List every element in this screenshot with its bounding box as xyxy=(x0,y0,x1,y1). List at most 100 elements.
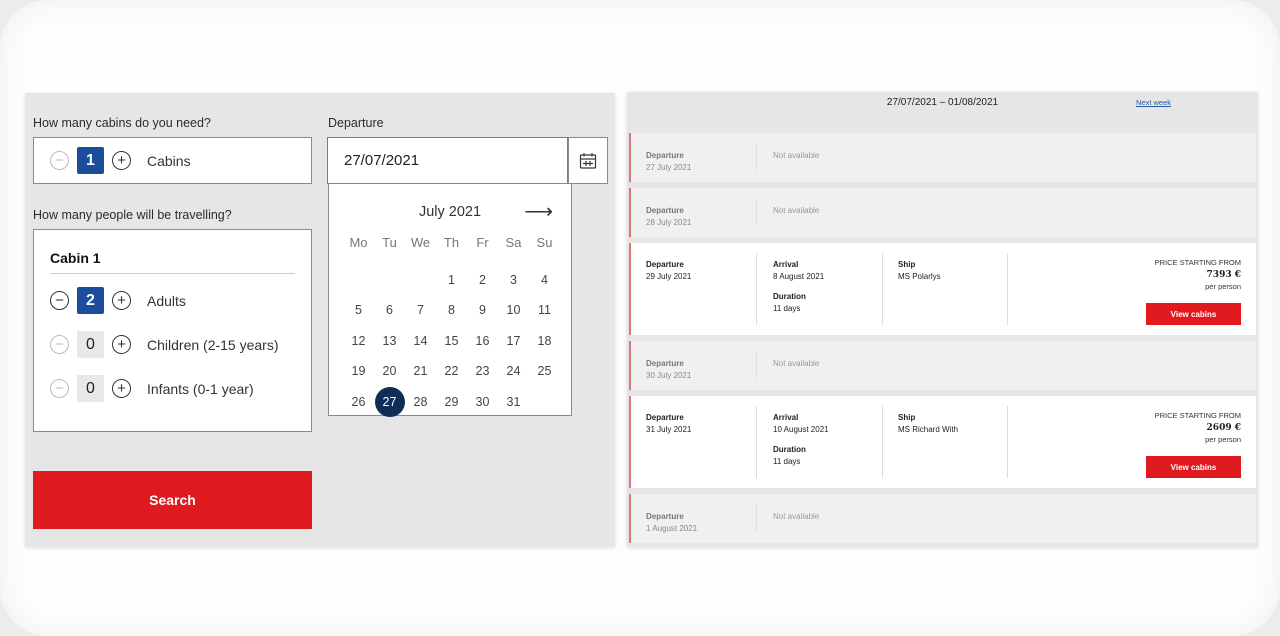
search-button[interactable]: Search xyxy=(33,471,312,529)
ship-heading: Ship xyxy=(898,413,916,422)
departure-heading: Departure xyxy=(646,206,684,215)
departure-heading: Departure xyxy=(646,359,684,368)
children-minus-button[interactable]: − xyxy=(50,335,69,354)
departure-date-input[interactable]: 27/07/2021 xyxy=(327,137,568,184)
cabin-1-box: Cabin 1 − 2 + Adults − 0 + Children (2-1… xyxy=(33,229,312,432)
calendar-day[interactable]: 14 xyxy=(405,326,436,357)
calendar-day[interactable]: 4 xyxy=(529,265,560,296)
cabins-value[interactable]: 1 xyxy=(77,147,104,174)
calendar-day[interactable]: 2 xyxy=(467,265,498,296)
next-month-arrow-icon[interactable]: ⟶ xyxy=(524,202,553,222)
infants-plus-button[interactable]: + xyxy=(112,379,131,398)
children-plus-button[interactable]: + xyxy=(112,335,131,354)
calendar-day[interactable]: 15 xyxy=(436,326,467,357)
calendar-day[interactable]: 31 xyxy=(498,387,529,418)
departure-row-unavailable: Departure 1 August 2021 Not available xyxy=(629,494,1256,543)
calendar-day-number: 4 xyxy=(541,272,548,287)
not-available-text: Not available xyxy=(773,359,820,368)
children-stepper: − 0 + Children (2-15 years) xyxy=(50,331,279,358)
calendar-day[interactable]: 10 xyxy=(498,295,529,326)
infants-stepper: − 0 + Infants (0-1 year) xyxy=(50,375,254,402)
ship-name: MS Polarlys xyxy=(898,272,941,281)
calendar-day[interactable]: 11 xyxy=(529,295,560,326)
duration-heading: Duration xyxy=(773,445,806,454)
infants-value[interactable]: 0 xyxy=(77,375,104,402)
calendar-empty-cell xyxy=(374,265,405,296)
divider xyxy=(1007,406,1008,478)
divider xyxy=(756,506,757,531)
adults-plus-button[interactable]: + xyxy=(112,291,131,310)
calendar-day[interactable]: 16 xyxy=(467,326,498,357)
adults-minus-button[interactable]: − xyxy=(50,291,69,310)
price-from-label: PRICE STARTING FROM xyxy=(1154,258,1241,267)
weekday-header: Mo xyxy=(349,235,368,250)
calendar-day[interactable]: 3 xyxy=(498,265,529,296)
results-panel: 27/07/2021 – 01/08/2021 Next week Depart… xyxy=(627,92,1258,547)
view-cabins-button[interactable]: View cabins xyxy=(1146,303,1241,325)
calendar-day[interactable]: 26 xyxy=(343,387,374,418)
cabins-label: Cabins xyxy=(147,152,191,169)
calendar-day[interactable]: 25 xyxy=(529,356,560,387)
calendar-day-number: 24 xyxy=(506,364,521,379)
calendar-day-number: 28 xyxy=(413,394,428,409)
calendar-day[interactable]: 24 xyxy=(498,356,529,387)
calendar-day-number: 19 xyxy=(351,364,366,379)
calendar-day[interactable]: 22 xyxy=(436,356,467,387)
cabins-plus-button[interactable]: + xyxy=(112,151,131,170)
infants-minus-button[interactable]: − xyxy=(50,379,69,398)
divider xyxy=(756,253,757,325)
departure-label: Departure xyxy=(328,116,384,130)
departure-date: 29 July 2021 xyxy=(646,272,692,281)
children-value[interactable]: 0 xyxy=(77,331,104,358)
calendar-day[interactable]: 17 xyxy=(498,326,529,357)
departure-date: 28 July 2021 xyxy=(646,218,692,227)
per-person-label: per person xyxy=(1205,282,1241,291)
calendar-day-selected[interactable]: 27 xyxy=(374,386,405,418)
next-week-link[interactable]: Next week xyxy=(1136,98,1171,107)
adults-value[interactable]: 2 xyxy=(77,287,104,314)
calendar-day-number: 1 xyxy=(448,272,455,287)
ship-cell: Ship MS Polarlys xyxy=(898,259,941,283)
calendar-day[interactable]: 19 xyxy=(343,356,374,387)
children-label: Children (2-15 years) xyxy=(147,336,279,353)
departure-cell: Departure 28 July 2021 xyxy=(646,205,691,229)
divider xyxy=(882,406,883,478)
departure-row-unavailable: Departure 27 July 2021 Not available xyxy=(629,133,1256,182)
per-person-label: per person xyxy=(1205,435,1241,444)
calendar-toggle-button[interactable] xyxy=(568,137,608,184)
arrival-cell: Arrival 8 August 2021 Duration 11 days xyxy=(773,259,824,315)
duration-value: 11 days xyxy=(773,304,801,313)
ship-name: MS Richard With xyxy=(898,425,959,434)
calendar-day[interactable]: 18 xyxy=(529,326,560,357)
adults-label: Adults xyxy=(147,292,186,309)
calendar-day[interactable]: 5 xyxy=(343,295,374,326)
calendar-day[interactable]: 9 xyxy=(467,295,498,326)
calendar-day[interactable]: 30 xyxy=(467,387,498,418)
cabins-minus-button[interactable]: − xyxy=(50,151,69,170)
not-available-text: Not available xyxy=(773,206,820,215)
arrival-cell: Arrival 10 August 2021 Duration 11 days xyxy=(773,412,829,468)
calendar-day[interactable]: 1 xyxy=(436,265,467,296)
calendar-day[interactable]: 13 xyxy=(374,326,405,357)
not-available-text: Not available xyxy=(773,151,820,160)
calendar-day[interactable]: 28 xyxy=(405,387,436,418)
calendar-day[interactable]: 29 xyxy=(436,387,467,418)
calendar-day[interactable]: 12 xyxy=(343,326,374,357)
divider xyxy=(756,406,757,478)
calendar-day[interactable]: 20 xyxy=(374,356,405,387)
calendar-empty-cell xyxy=(343,265,374,296)
divider xyxy=(756,200,757,225)
weekday-header: Sa xyxy=(505,235,522,250)
departure-date: 27 July 2021 xyxy=(646,163,692,172)
divider xyxy=(756,145,757,170)
date-picker-popup: July 2021 ⟶ Mo Tu We Th Fr Sa Su 1 2 3 4 5 6 7 8 9 10 11 1… xyxy=(328,183,572,418)
calendar-day[interactable]: 7 xyxy=(405,295,436,326)
calendar-day-number: 5 xyxy=(355,303,362,318)
weekday-header: Su xyxy=(536,235,553,250)
calendar-day[interactable]: 6 xyxy=(374,295,405,326)
calendar-day[interactable]: 21 xyxy=(405,356,436,387)
view-cabins-button[interactable]: View cabins xyxy=(1146,456,1241,478)
cabins-stepper: − 1 + Cabins xyxy=(50,147,191,174)
calendar-day[interactable]: 8 xyxy=(436,295,467,326)
calendar-day[interactable]: 23 xyxy=(467,356,498,387)
